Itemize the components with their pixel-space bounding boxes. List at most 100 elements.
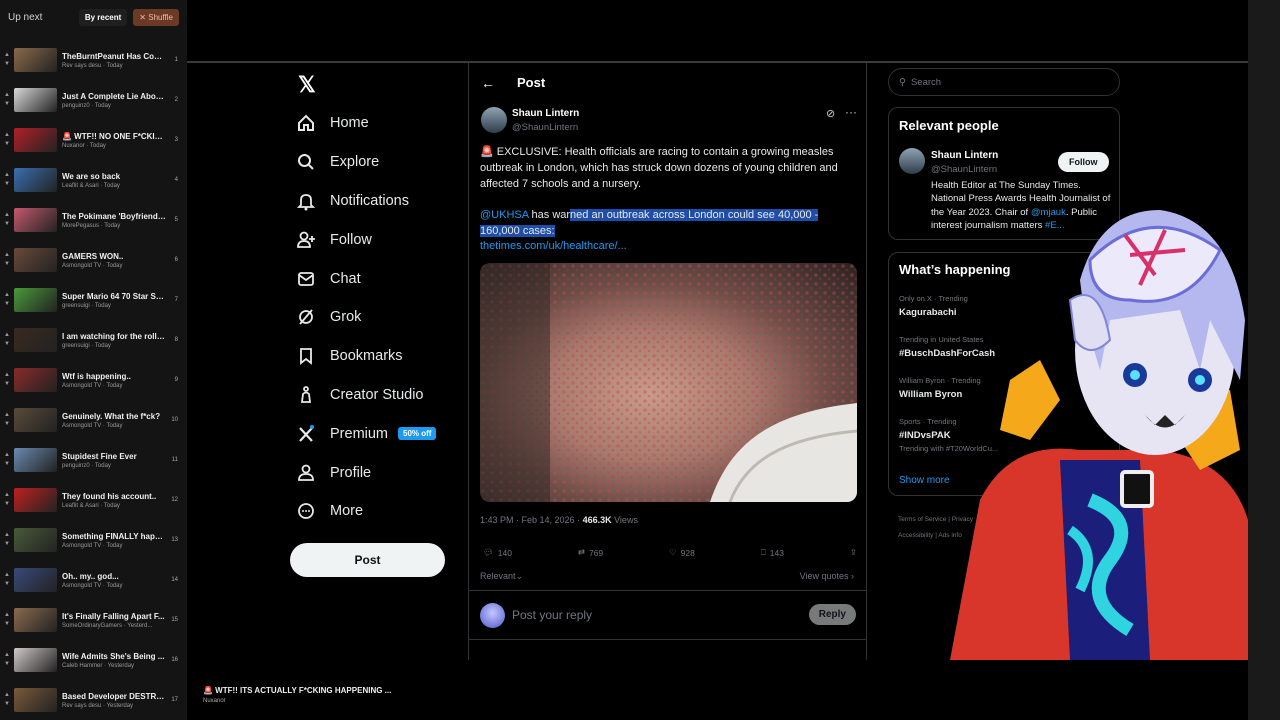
move-up-icon[interactable]: ▲ (4, 171, 10, 180)
reply-button[interactable]: Reply (808, 604, 856, 625)
move-down-icon[interactable]: ▼ (4, 300, 10, 309)
move-up-icon[interactable]: ▲ (4, 251, 10, 260)
move-down-icon[interactable]: ▼ (4, 660, 10, 669)
queue-item[interactable]: ▲ ▼ TheBurntPeanut Has Com... Rev says desu… (0, 40, 187, 80)
video-title[interactable]: We are so back (62, 172, 166, 181)
video-thumbnail[interactable] (14, 168, 57, 192)
video-title[interactable]: Oh.. my.. god... (62, 572, 166, 581)
reorder-arrows[interactable]: ▲ ▼ (0, 251, 14, 269)
video-thumbnail[interactable] (14, 208, 57, 232)
grok-explain-icon[interactable]: ⊘ (826, 107, 835, 120)
article-link[interactable]: thetimes.com/uk/healthcare/... (480, 240, 627, 252)
nav-item-chat[interactable]: Chat (296, 259, 436, 298)
reorder-arrows[interactable]: ▲ ▼ (0, 211, 14, 229)
video-thumbnail[interactable] (14, 248, 57, 272)
queue-item[interactable]: ▲ ▼ Wife Admits She's Being ... Caleb Hamme… (0, 640, 187, 680)
video-title[interactable]: Something FINALLY happ... (62, 532, 166, 541)
queue-item[interactable]: ▲ ▼ GAMERS WON.. Asmongold TV · Today 6 (0, 240, 187, 280)
reply-input[interactable]: Post your reply (512, 608, 592, 622)
move-up-icon[interactable]: ▲ (4, 411, 10, 420)
move-up-icon[interactable]: ▲ (4, 371, 10, 380)
video-thumbnail[interactable] (14, 48, 57, 72)
nav-item-explore[interactable]: Explore (296, 143, 436, 182)
video-title[interactable]: Wtf is happening.. (62, 372, 166, 381)
move-down-icon[interactable]: ▼ (4, 340, 10, 349)
move-down-icon[interactable]: ▼ (4, 220, 10, 229)
video-thumbnail[interactable] (14, 408, 57, 432)
move-down-icon[interactable]: ▼ (4, 460, 10, 469)
move-up-icon[interactable]: ▲ (4, 91, 10, 100)
video-title[interactable]: GAMERS WON.. (62, 252, 166, 261)
video-title[interactable]: Based Developer DESTRO... (62, 692, 166, 701)
reorder-arrows[interactable]: ▲ ▼ (0, 51, 14, 69)
video-title[interactable]: 🚨 WTF!! NO ONE F*CKIN... (62, 132, 166, 141)
reorder-arrows[interactable]: ▲ ▼ (0, 131, 14, 149)
move-down-icon[interactable]: ▼ (4, 540, 10, 549)
reorder-arrows[interactable]: ▲ ▼ (0, 411, 14, 429)
reply-action[interactable]: 💬︎ 140 (483, 547, 512, 558)
queue-item[interactable]: ▲ ▼ Something FINALLY happ... Asmongold TV … (0, 520, 187, 560)
move-down-icon[interactable]: ▼ (4, 700, 10, 709)
nav-item-bookmarks[interactable]: Bookmarks (296, 337, 436, 376)
video-title[interactable]: TheBurntPeanut Has Com... (62, 52, 166, 61)
video-title[interactable]: Genuinely. What the f*ck? (62, 412, 166, 421)
video-thumbnail[interactable] (14, 488, 57, 512)
move-up-icon[interactable]: ▲ (4, 531, 10, 540)
queue-item[interactable]: ▲ ▼ Super Mario 64 70 Star Sp... greensuigi… (0, 280, 187, 320)
move-up-icon[interactable]: ▲ (4, 651, 10, 660)
move-down-icon[interactable]: ▼ (4, 100, 10, 109)
move-up-icon[interactable]: ▲ (4, 611, 10, 620)
author-name[interactable]: Shaun Lintern (512, 108, 579, 119)
video-thumbnail[interactable] (14, 688, 57, 712)
video-thumbnail[interactable] (14, 448, 57, 472)
video-thumbnail[interactable] (14, 88, 57, 112)
queue-item[interactable]: ▲ ▼ Genuinely. What the f*ck? Asmongold TV … (0, 400, 187, 440)
move-down-icon[interactable]: ▼ (4, 260, 10, 269)
move-up-icon[interactable]: ▲ (4, 491, 10, 500)
move-up-icon[interactable]: ▲ (4, 131, 10, 140)
queue-item[interactable]: ▲ ▼ Based Developer DESTRO... Rev says desu… (0, 680, 187, 720)
video-title[interactable]: I am watching for the rollin... (62, 332, 166, 341)
back-arrow-icon[interactable]: ← (481, 75, 495, 91)
reorder-arrows[interactable]: ▲ ▼ (0, 91, 14, 109)
reorder-arrows[interactable]: ▲ ▼ (0, 691, 14, 709)
queue-item[interactable]: ▲ ▼ Oh.. my.. god... Asmongold TV · Today 14 (0, 560, 187, 600)
move-up-icon[interactable]: ▲ (4, 211, 10, 220)
video-title[interactable]: Super Mario 64 70 Star Sp... (62, 292, 166, 301)
video-thumbnail[interactable] (14, 648, 57, 672)
reorder-arrows[interactable]: ▲ ▼ (0, 331, 14, 349)
nav-item-notifications[interactable]: Notifications (296, 182, 436, 221)
shuffle-button[interactable]: ✕ Shuffle (133, 8, 179, 26)
queue-item[interactable]: ▲ ▼ 🚨 WTF!! NO ONE F*CKIN... Nuxanor · Toda… (0, 120, 187, 160)
reply-sort-dropdown[interactable]: Relevant⌄ (480, 571, 523, 582)
video-thumbnail[interactable] (14, 608, 57, 632)
post-button[interactable]: Post (290, 543, 445, 577)
queue-item[interactable]: ▲ ▼ We are so back Leaflit & Asari · Today 4 (0, 160, 187, 200)
person-name[interactable]: Shaun Lintern (931, 150, 998, 161)
person-avatar[interactable] (899, 148, 925, 174)
video-title[interactable]: The Pokimane 'Boyfriend' ... (62, 212, 166, 221)
queue-item[interactable]: ▲ ▼ They found his account.. Leaflit & Asar… (0, 480, 187, 520)
move-down-icon[interactable]: ▼ (4, 420, 10, 429)
move-up-icon[interactable]: ▲ (4, 51, 10, 60)
nav-item-creator-studio[interactable]: Creator Studio (296, 376, 436, 415)
repost-action[interactable]: ⇄ 769 (578, 547, 603, 558)
queue-item[interactable]: ▲ ▼ It's Finally Falling Apart F... SomeOrd… (0, 600, 187, 640)
video-thumbnail[interactable] (14, 528, 57, 552)
move-down-icon[interactable]: ▼ (4, 380, 10, 389)
move-up-icon[interactable]: ▲ (4, 331, 10, 340)
video-title[interactable]: Stupidest Fine Ever (62, 452, 166, 461)
video-thumbnail[interactable] (14, 328, 57, 352)
video-thumbnail[interactable] (14, 128, 57, 152)
move-down-icon[interactable]: ▼ (4, 620, 10, 629)
nav-item-home[interactable]: Home (296, 104, 436, 143)
video-title[interactable]: Wife Admits She's Being ... (62, 652, 166, 661)
author-avatar[interactable] (481, 107, 507, 133)
nav-item-premium[interactable]: Premium 50% off (296, 414, 437, 453)
queue-item[interactable]: ▲ ▼ Wtf is happening.. Asmongold TV · Today… (0, 360, 187, 400)
video-title[interactable]: Just A Complete Lie About... (62, 92, 166, 101)
move-down-icon[interactable]: ▼ (4, 180, 10, 189)
reorder-arrows[interactable]: ▲ ▼ (0, 371, 14, 389)
reorder-arrows[interactable]: ▲ ▼ (0, 651, 14, 669)
person-handle[interactable]: @ShaunLintern (931, 164, 997, 175)
